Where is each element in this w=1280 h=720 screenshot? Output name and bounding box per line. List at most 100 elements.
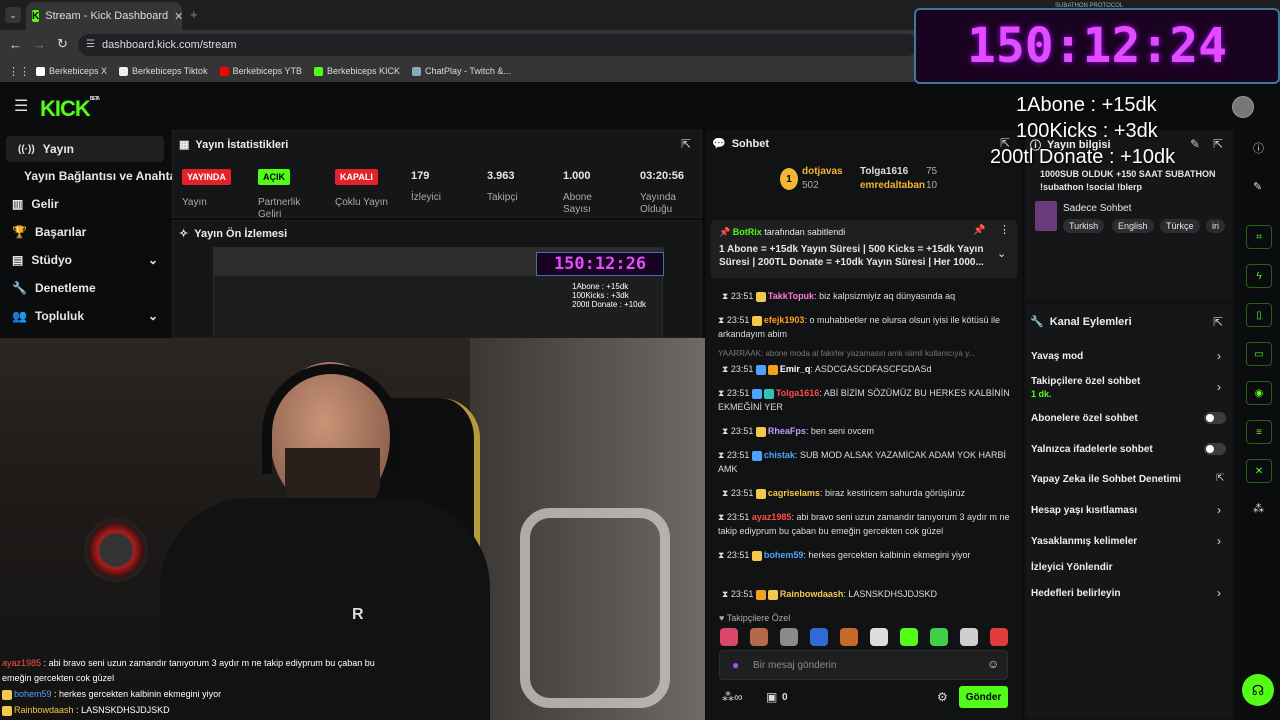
menu-icon[interactable]: ☰	[14, 96, 28, 116]
chevron-right-icon[interactable]: ›	[1217, 503, 1221, 517]
emote[interactable]	[930, 628, 948, 646]
action-account-age[interactable]: Hesap yaşı kısıtlaması	[1031, 505, 1137, 516]
sidebar-item-studyo[interactable]: ▤ Stüdyo ⌄	[0, 246, 170, 274]
pinned-message[interactable]: 📌 BotRix tarafından sabitlendi 1 Abone =…	[711, 220, 1017, 278]
external-link-icon[interactable]: ⇱	[1216, 473, 1224, 484]
chat-message[interactable]: ⧗ 23:51 Rainbowdaash: LASNSKDHSJDJSKD	[722, 587, 1022, 601]
sidebar-item-yayin[interactable]: ((·)) Yayın	[6, 136, 164, 162]
chevron-right-icon[interactable]: ›	[1217, 380, 1221, 394]
document-tool-icon[interactable]: ▯	[1246, 303, 1272, 327]
chat-message[interactable]: ⧗ 23:51 Tolga1616: ABİ BİZİM SÖZÜMÜZ BU …	[718, 386, 1018, 414]
microphone-icon[interactable]: ●	[732, 658, 739, 672]
new-tab-icon[interactable]: +	[190, 7, 198, 22]
kick-logo[interactable]: KICKBETA	[40, 96, 100, 122]
action-followers-only[interactable]: Takipçilere özel sohbet	[1031, 376, 1140, 387]
gifter3-name[interactable]: emredaltaban	[860, 180, 925, 191]
chat-tool-icon[interactable]: ▭	[1246, 342, 1272, 366]
send-button[interactable]: Gönder	[959, 686, 1008, 708]
camera-tool-icon[interactable]: ⌗	[1246, 225, 1272, 249]
support-icon[interactable]: ☊	[1242, 674, 1274, 706]
emote[interactable]	[810, 628, 828, 646]
kicks-icon[interactable]: ▣	[766, 690, 777, 704]
action-goals[interactable]: Hedefleri belirleyin	[1031, 588, 1120, 599]
action-subscribers-only[interactable]: Abonelere özel sohbet	[1031, 413, 1138, 424]
action-emotes-only[interactable]: Yalnızca ifadelerle sohbet	[1031, 444, 1153, 455]
action-ai-moderation[interactable]: Yapay Zeka ile Sohbet Denetimi	[1031, 474, 1181, 485]
emote[interactable]	[780, 628, 798, 646]
category-name[interactable]: Sadece Sohbet	[1063, 203, 1131, 214]
chat-message[interactable]: ⧗ 23:51 Emir_q: ASDCGASCDFASCFGDASd	[722, 362, 1022, 376]
gifter2-name[interactable]: Tolga1616	[860, 166, 908, 177]
wrench-tool-icon[interactable]: ✕	[1246, 459, 1272, 483]
chat-message[interactable]: ⧗ 23:51 TakkTopuk: biz kalpsizmiyiz aq d…	[722, 289, 1022, 303]
back-icon[interactable]: ←	[9, 37, 22, 52]
gifter1-name[interactable]: dotjavas	[802, 166, 843, 177]
chat-settings-icon[interactable]: ⚙	[937, 690, 948, 704]
bookmark-x[interactable]: Berkebiceps X	[36, 66, 107, 76]
avatar[interactable]	[1232, 96, 1254, 118]
bookmark-youtube[interactable]: Berkebiceps YTB	[219, 66, 302, 76]
subscribers-only-toggle[interactable]	[1204, 412, 1226, 424]
action-banned-words[interactable]: Yasaklanmış kelimeler	[1031, 536, 1137, 547]
action-slow-mode[interactable]: Yavaş mod	[1031, 351, 1083, 362]
reload-icon[interactable]: ↻	[57, 36, 68, 52]
broadcast-tool-icon[interactable]: ◉	[1246, 381, 1272, 405]
tiktok-icon	[119, 66, 129, 76]
chat-message[interactable]: ⧗ 23:51 efejk1903: o muhabbetler ne olur…	[718, 313, 1018, 341]
chat-message[interactable]: ⧗ 23:51 chistak: SUB MOD ALSAK YAZAMİCAK…	[718, 448, 1018, 476]
bookmark-kick[interactable]: Berkebiceps KICK	[313, 66, 400, 76]
sidebar-item-topluluk[interactable]: 👥 Topluluk ⌄	[0, 302, 170, 330]
tag[interactable]: Türkçe	[1160, 219, 1200, 233]
more-icon[interactable]: ⋮	[999, 224, 1010, 237]
info-icon[interactable]: ⓘ	[1253, 140, 1264, 156]
tab-close-icon[interactable]: ✕	[174, 10, 183, 23]
sub-badge-icon	[755, 291, 766, 302]
chevron-right-icon[interactable]: ›	[1217, 349, 1221, 363]
apps-icon[interactable]: ⋮⋮	[8, 65, 30, 78]
chat-message[interactable]: ⧗ 23:51 RheaFps: ben seni ovcem	[722, 424, 1022, 438]
chevron-down-icon[interactable]: ⌄	[997, 248, 1006, 261]
pencil-icon[interactable]: ✎	[1253, 180, 1262, 193]
sidebar-item-gelir[interactable]: ▥ Gelir	[0, 190, 170, 218]
sidebar-item-stream-key[interactable]: Yayın Bağlantısı ve Anahtarı	[0, 162, 184, 190]
tag[interactable]: iri	[1206, 219, 1225, 233]
chevron-right-icon[interactable]: ›	[1217, 534, 1221, 548]
edit-icon[interactable]: ✎	[1190, 137, 1200, 151]
unpin-icon[interactable]: 📌	[973, 224, 985, 237]
tag[interactable]: English	[1112, 219, 1154, 233]
sidebar-item-basarilar[interactable]: 🏆 Başarılar	[0, 218, 170, 246]
sidebar-item-denetleme[interactable]: 🔧 Denetleme	[0, 274, 170, 302]
forward-icon[interactable]: →	[33, 37, 46, 52]
emotes-only-toggle[interactable]	[1204, 443, 1226, 455]
bookmark-chatplay[interactable]: ChatPlay - Twitch &...	[412, 66, 511, 76]
chat-message[interactable]: ⧗ 23:51 cagriselams: biraz kestiricem sa…	[722, 486, 1022, 500]
action-raid[interactable]: İzleyici Yönlendir	[1031, 562, 1113, 573]
site-info-icon[interactable]: ☰	[86, 39, 95, 50]
emote[interactable]	[870, 628, 888, 646]
emote[interactable]	[720, 628, 738, 646]
queue-tool-icon[interactable]: ≡	[1246, 420, 1272, 444]
emote[interactable]	[750, 628, 768, 646]
address-bar[interactable]: ☰ dashboard.kick.com/stream	[78, 34, 918, 56]
expand-icon[interactable]: ⇱	[1213, 137, 1223, 151]
bookmark-tiktok[interactable]: Berkebiceps Tiktok	[119, 66, 208, 76]
tab-list-icon[interactable]: ⌄	[5, 7, 21, 23]
expand-icon[interactable]: ⇱	[681, 137, 691, 151]
chat-message[interactable]: ⧗ 23:51 ayaz1985: abi bravo seni uzun za…	[718, 510, 1018, 538]
preview-title: ✧ Yayın Ön İzlemesi	[179, 227, 288, 241]
chevron-right-icon[interactable]: ›	[1217, 586, 1221, 600]
chat-message[interactable]: ⧗ 23:51 bohem59: herkes gercekten kalbin…	[718, 548, 1018, 562]
emoji-icon[interactable]: ☺	[987, 657, 999, 671]
chat-input[interactable]: ● Bir mesaj gönderin ☺	[719, 650, 1008, 680]
category-thumbnail[interactable]	[1035, 201, 1057, 231]
browser-tab[interactable]: K Stream - Kick Dashboard ✕	[26, 2, 183, 30]
emote[interactable]	[900, 628, 918, 646]
tag[interactable]: Turkish	[1063, 219, 1105, 233]
emote[interactable]	[990, 628, 1008, 646]
expand-icon[interactable]: ⇱	[1213, 315, 1223, 329]
lightning-tool-icon[interactable]: ϟ	[1246, 264, 1272, 288]
slow-mode-icon[interactable]: ⁂∞	[722, 690, 743, 704]
community-tool-icon[interactable]: ⁂	[1253, 502, 1264, 515]
emote[interactable]	[840, 628, 858, 646]
emote[interactable]	[960, 628, 978, 646]
